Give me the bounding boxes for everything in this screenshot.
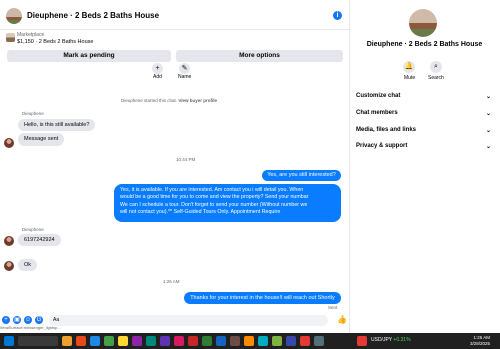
app-icon[interactable]	[174, 336, 184, 346]
sender-avatar[interactable]	[4, 236, 14, 246]
chat-title[interactable]: Dieuphene · 2 Beds 2 Baths House	[27, 11, 159, 20]
add-person-icon[interactable]: +	[152, 63, 163, 74]
search-icon[interactable]: ⌕	[430, 61, 442, 73]
add-label: Add	[153, 74, 162, 80]
section-label: Privacy & support	[356, 143, 408, 149]
notice-text: Dieuphene started this chat.	[121, 98, 178, 103]
marketplace-bar: Marketplace $1,150 · 2 Beds 2 Baths Hous…	[0, 30, 349, 50]
clock-date: 3/28/2025	[470, 341, 491, 346]
app-icon[interactable]	[300, 336, 310, 346]
app-icon[interactable]	[230, 336, 240, 346]
chat-avatar[interactable]	[6, 8, 22, 24]
edge-icon[interactable]	[90, 336, 100, 346]
section-label: Customize chat	[356, 93, 401, 99]
panel-title: Dieuphene · 2 Beds 2 Baths House	[366, 41, 483, 48]
bell-icon[interactable]: 🔔	[403, 61, 415, 73]
app-icon[interactable]	[188, 336, 198, 346]
app-icon[interactable]	[244, 336, 254, 346]
marketplace-label: Marketplace	[17, 32, 45, 38]
customize-chat-row[interactable]: Customize chat ⌄	[356, 93, 491, 100]
ticker-icon	[357, 336, 367, 346]
message-line: We can I schedule a tour. Don't forget t…	[120, 201, 308, 208]
listing-price[interactable]: $1,150 · 2 Beds 2 Baths House	[17, 39, 93, 45]
outgoing-message[interactable]: Yes, it is available. If you are interes…	[114, 184, 341, 222]
status-url: /feralSurface:messenger_lightsp...	[0, 325, 61, 330]
chevron-down-icon: ⌄	[485, 94, 491, 100]
search-box[interactable]	[18, 336, 58, 346]
file-explorer-icon[interactable]	[62, 336, 72, 346]
outgoing-message[interactable]: Thanks for your interest in the house!I …	[184, 292, 341, 304]
ticker-widget[interactable]: USD/JPY +0.31%	[371, 337, 411, 343]
view-buyer-profile-link[interactable]: View buyer profile	[178, 98, 217, 103]
media-files-links-row[interactable]: Media, files and links ⌄	[356, 127, 491, 134]
more-options-button[interactable]: More options	[176, 50, 343, 62]
mute-label: Mute	[404, 75, 416, 81]
chat-details-panel: Dieuphene · 2 Beds 2 Baths House 🔔 Mute …	[349, 0, 500, 333]
incoming-message[interactable]: Hello, is this still available?	[18, 119, 96, 131]
chevron-down-icon: ⌄	[485, 144, 491, 150]
message-status: Sent	[328, 305, 338, 310]
thumbs-up-icon[interactable]: 👍	[337, 315, 347, 324]
sender-avatar[interactable]	[4, 138, 14, 148]
privacy-support-row[interactable]: Privacy & support ⌄	[356, 143, 491, 150]
name-label: Name	[178, 74, 192, 80]
app-icon[interactable]	[202, 336, 212, 346]
app-icon[interactable]	[160, 336, 170, 346]
windows-start-icon[interactable]	[4, 336, 14, 346]
listing-thumbnail[interactable]	[6, 33, 15, 42]
sticker-icon[interactable]: ☺	[24, 316, 32, 324]
app-icon[interactable]	[216, 336, 226, 346]
sender-name: Dieuphene	[22, 111, 44, 116]
excel-icon[interactable]	[104, 336, 114, 346]
chat-header: Dieuphene · 2 Beds 2 Baths House i	[0, 0, 349, 30]
mark-as-pending-button[interactable]: Mark as pending	[7, 50, 171, 62]
outgoing-message[interactable]: Yes, are you still interested?	[262, 170, 341, 181]
chevron-down-icon: ⌄	[485, 128, 491, 134]
incoming-message[interactable]: Ok	[18, 259, 38, 271]
sender-name: Dieuphene	[22, 227, 44, 232]
gif-icon[interactable]: G	[35, 316, 43, 324]
chat-started-notice: Dieuphene started this chat. View buyer …	[121, 98, 217, 103]
app-icon[interactable]	[146, 336, 156, 346]
image-icon[interactable]: ▣	[13, 316, 21, 324]
chat-members-row[interactable]: Chat members ⌄	[356, 110, 491, 117]
message-input[interactable]: Aa	[49, 315, 328, 326]
chevron-down-icon: ⌄	[485, 111, 491, 117]
message-line: Yes, it is available. If you are interes…	[120, 187, 304, 193]
timestamp: 10:44 PM	[176, 157, 196, 162]
pencil-icon[interactable]: ✎	[179, 63, 190, 74]
app-icon[interactable]	[132, 336, 142, 346]
search-label: Search	[428, 75, 444, 81]
message-line: will not contact you).** Self-Guided Tou…	[120, 208, 281, 215]
app-icon[interactable]	[272, 336, 282, 346]
timestamp: 1:26 AM	[163, 279, 180, 284]
app-icon[interactable]	[258, 336, 268, 346]
chrome-icon[interactable]	[118, 336, 128, 346]
section-label: Chat members	[356, 110, 398, 116]
section-label: Media, files and links	[356, 127, 417, 133]
app-icon[interactable]	[314, 336, 324, 346]
app-icon[interactable]	[286, 336, 296, 346]
plus-icon[interactable]: +	[2, 316, 10, 324]
system-clock[interactable]: 1:26 AM 3/28/2025	[470, 335, 490, 347]
incoming-message[interactable]: 6197242924	[18, 234, 61, 246]
ticker-change: +0.31%	[393, 337, 411, 343]
profile-avatar[interactable]	[409, 9, 437, 37]
office-icon[interactable]	[76, 336, 86, 346]
sender-avatar[interactable]	[4, 261, 14, 271]
info-icon[interactable]: i	[333, 11, 342, 20]
message-line: would be a good time for you to come and…	[120, 194, 309, 201]
incoming-message[interactable]: Message sent	[18, 133, 65, 146]
ticker-symbol: USD/JPY	[371, 337, 393, 343]
